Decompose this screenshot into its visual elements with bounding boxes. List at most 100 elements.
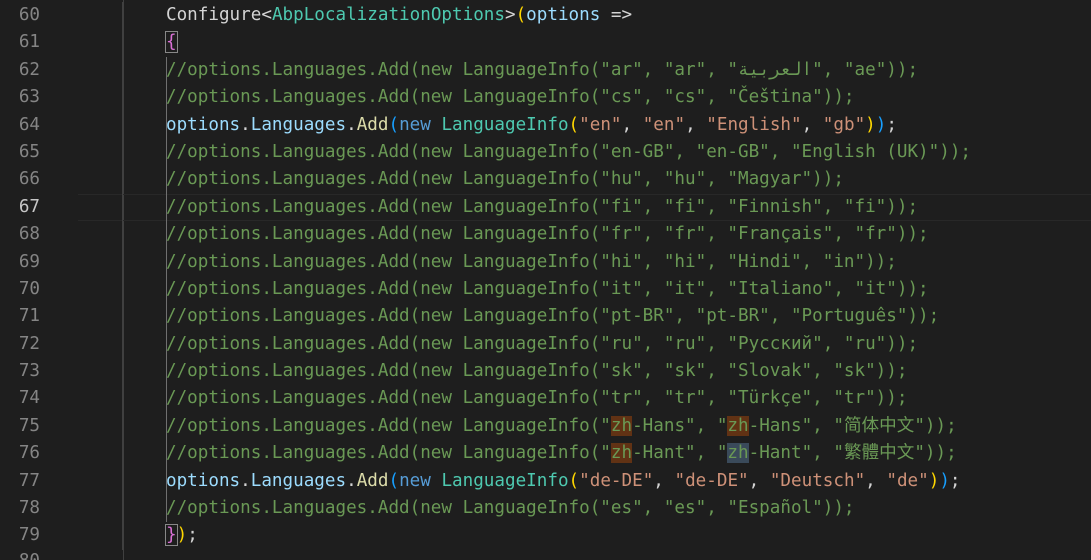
lambda-arrow: => xyxy=(600,5,633,25)
indent-guide-active xyxy=(166,193,167,222)
code-comment: //options.Languages.Add(new LanguageInfo… xyxy=(166,278,929,299)
paren: ( xyxy=(568,470,580,491)
indent-guide-active xyxy=(166,84,167,112)
code-line[interactable]: //options.Languages.Add(new LanguageInfo… xyxy=(78,330,1091,359)
indent-guide-active xyxy=(166,358,167,386)
indent-guide xyxy=(122,440,123,468)
indent-guide xyxy=(122,2,123,30)
code-area[interactable]: Configure<AbpLocalizationOptions>(option… xyxy=(78,2,1091,550)
code-comment: -Hans", " xyxy=(632,415,728,436)
code-line[interactable]: }); xyxy=(78,522,1091,550)
string-literal: "de-DE" xyxy=(674,470,749,491)
line-number: 73 xyxy=(18,361,40,382)
indent-guide-active xyxy=(166,138,167,167)
indent-guide-active xyxy=(166,303,167,331)
line-number: 79 xyxy=(18,525,40,546)
comma: , xyxy=(685,114,707,135)
find-match-highlight: zh xyxy=(610,443,633,464)
line-number: 71 xyxy=(18,306,40,327)
code-comment: //options.Languages.Add(new LanguageInfo… xyxy=(166,141,972,162)
code-line[interactable]: //options.Languages.Add(new LanguageInfo… xyxy=(78,303,1091,331)
keyword-new: new xyxy=(399,470,431,491)
type-name: LanguageInfo xyxy=(441,114,569,135)
code-line[interactable]: //options.Languages.Add(new LanguageInfo… xyxy=(78,84,1091,112)
comma: , xyxy=(653,470,675,491)
indent-guide xyxy=(122,522,123,550)
string-literal: "de" xyxy=(886,470,929,491)
code-line[interactable]: Configure<AbpLocalizationOptions>(option… xyxy=(78,2,1091,30)
code-line[interactable]: //options.Languages.Add(new LanguageInfo… xyxy=(78,412,1091,441)
line-number: 80 xyxy=(0,548,78,560)
line-number-active: 67 xyxy=(18,196,40,217)
code-line-current[interactable]: //options.Languages.Add(new LanguageInfo… xyxy=(78,193,1091,222)
indent-guide-active xyxy=(166,385,167,413)
indent-guide xyxy=(122,29,123,57)
indent-guide-active xyxy=(166,440,167,468)
code-comment: -Hant", " xyxy=(632,443,728,464)
code-line[interactable]: //options.Languages.Add(new LanguageInfo… xyxy=(78,358,1091,386)
indent-guide xyxy=(122,303,123,331)
indent-guide-active xyxy=(166,275,167,304)
code-line[interactable]: //options.Languages.Add(new LanguageInfo… xyxy=(78,166,1091,194)
line-number: 65 xyxy=(18,141,40,162)
code-line[interactable]: //options.Languages.Add(new LanguageInfo… xyxy=(78,275,1091,304)
find-match-highlight: zh xyxy=(610,415,633,436)
code-line[interactable]: //options.Languages.Add(new LanguageInfo… xyxy=(78,385,1091,413)
paren: ) xyxy=(928,470,940,491)
line-number: 77 xyxy=(18,470,40,491)
indent-guide-active xyxy=(166,221,167,249)
code-comment: //options.Languages.Add(new LanguageInfo… xyxy=(166,333,919,354)
code-editor[interactable]: 60 61 62 63 64 65 66 67 68 69 70 71 72 7… xyxy=(0,0,1091,560)
code-line[interactable]: //options.Languages.Add(new LanguageInfo… xyxy=(78,495,1091,523)
indent-guide xyxy=(122,385,123,413)
code-comment: //options.Languages.Add(new LanguageInfo… xyxy=(166,388,908,409)
string-literal: "Deutsch" xyxy=(769,470,866,491)
indent-guide xyxy=(122,84,123,112)
indent-guide xyxy=(122,56,123,85)
line-number: 63 xyxy=(18,87,40,108)
angle-bracket: < xyxy=(261,5,272,25)
line-number: 70 xyxy=(18,278,40,299)
indent-guide-active xyxy=(166,248,167,276)
line-number: 72 xyxy=(18,333,40,354)
string-literal: "en" xyxy=(642,114,686,135)
paren: ( xyxy=(515,5,527,25)
dot: . xyxy=(346,470,357,491)
code-line[interactable]: options.Languages.Add(new LanguageInfo("… xyxy=(78,111,1091,139)
code-line[interactable]: //options.Languages.Add(new LanguageInfo… xyxy=(78,248,1091,276)
line-number: 69 xyxy=(18,251,40,272)
code-comment: //options.Languages.Add(new LanguageInfo… xyxy=(166,224,929,245)
indent-guide xyxy=(122,138,123,167)
line-number: 74 xyxy=(18,388,40,409)
indent-guide-active xyxy=(166,166,167,194)
comma: , xyxy=(748,470,770,491)
indent-guide-active xyxy=(166,111,167,139)
indent-guide xyxy=(122,275,123,304)
code-line[interactable]: //options.Languages.Add(new LanguageInfo… xyxy=(78,221,1091,249)
code-comment: //options.Languages.Add(new LanguageInfo… xyxy=(166,87,855,108)
variable: options xyxy=(166,114,241,135)
code-line[interactable]: //options.Languages.Add(new LanguageInfo… xyxy=(78,440,1091,468)
code-line[interactable]: { xyxy=(78,29,1091,57)
indent-guide-active xyxy=(166,412,167,441)
line-number: 61 xyxy=(18,32,40,53)
brace-open: { xyxy=(165,31,178,54)
indent-guide-active xyxy=(166,467,167,496)
find-match-current: zh xyxy=(727,443,749,464)
method-name: Add xyxy=(356,470,389,491)
method-name: Configure xyxy=(166,5,262,25)
paren: ) xyxy=(875,114,887,135)
line-number: 68 xyxy=(18,224,40,245)
type-name: AbpLocalizationOptions xyxy=(271,5,505,25)
indent-guide-active xyxy=(166,330,167,359)
indent-guide xyxy=(122,193,123,222)
code-line[interactable]: //options.Languages.Add(new LanguageInfo… xyxy=(78,138,1091,167)
indent-guide xyxy=(122,111,123,139)
code-line[interactable]: //options.Languages.Add(new LanguageInfo… xyxy=(78,56,1091,85)
variable: options xyxy=(166,470,241,491)
line-number: 62 xyxy=(18,59,40,80)
dot: . xyxy=(346,114,357,135)
code-line[interactable]: options.Languages.Add(new LanguageInfo("… xyxy=(78,467,1091,496)
code-comment: //options.Languages.Add(new LanguageInfo… xyxy=(166,169,844,190)
paren: ( xyxy=(388,470,400,491)
